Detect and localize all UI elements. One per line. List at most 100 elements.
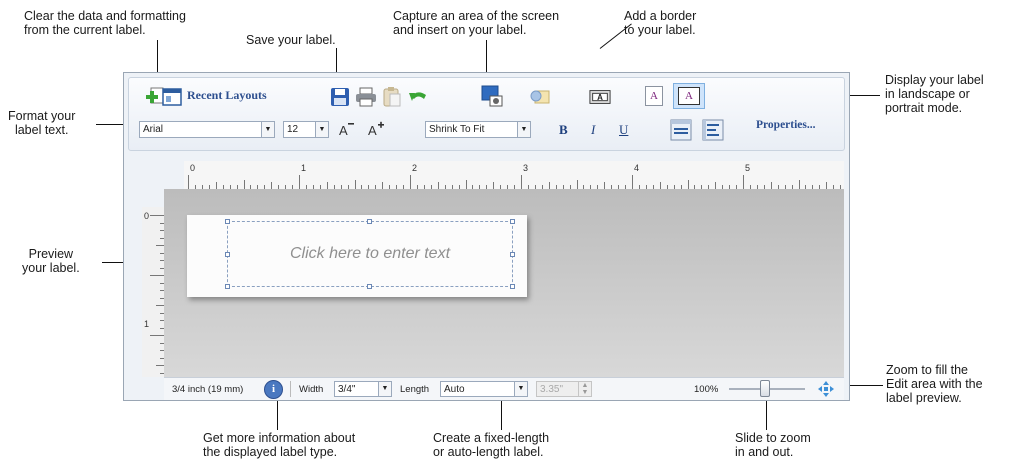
callout-format: Format your label text. bbox=[8, 109, 76, 137]
label-text-placeholder[interactable]: Click here to enter text bbox=[227, 245, 513, 263]
vertical-ruler: 01 bbox=[142, 207, 165, 377]
ruler-label: 5 bbox=[745, 163, 751, 173]
label-type-text: 3/4 inch (19 mm) bbox=[172, 384, 244, 395]
paste-icon[interactable] bbox=[381, 86, 403, 108]
underline-button[interactable]: U bbox=[619, 122, 628, 138]
decrease-font-icon[interactable]: A bbox=[335, 118, 357, 140]
ruler-label: 2 bbox=[412, 163, 418, 173]
length-value: Auto bbox=[444, 384, 465, 395]
resize-handle[interactable] bbox=[510, 219, 515, 224]
svg-text:A: A bbox=[368, 123, 377, 137]
length-label: Length bbox=[400, 384, 430, 395]
fit-mode-select[interactable]: Shrink To Fit ▼ bbox=[425, 121, 531, 138]
ruler-tick bbox=[604, 182, 606, 189]
fit-mode-value: Shrink To Fit bbox=[429, 124, 485, 135]
ruler-tick bbox=[687, 180, 689, 189]
zoom-to-fit-icon[interactable] bbox=[818, 381, 834, 400]
ruler-label: 0 bbox=[190, 163, 196, 173]
border-icon[interactable]: A bbox=[589, 86, 611, 108]
align-horizontal-icon[interactable] bbox=[701, 118, 725, 142]
toolbar-ribbon: Recent Layouts A A A Arial ▼ 12 ▼ A A Sh… bbox=[128, 77, 845, 151]
ruler-tick bbox=[354, 180, 356, 189]
ruler-tick bbox=[150, 275, 164, 276]
callout-save: Save your label. bbox=[246, 33, 336, 47]
print-icon[interactable] bbox=[355, 86, 377, 108]
ruler-tick bbox=[743, 175, 744, 189]
ruler-label: 1 bbox=[144, 319, 150, 329]
chevron-down-icon: ▼ bbox=[514, 382, 527, 396]
ruler-tick bbox=[156, 365, 164, 366]
ruler-tick bbox=[632, 175, 633, 189]
ruler-tick bbox=[326, 182, 328, 189]
ruler-tick bbox=[798, 180, 800, 189]
fixed-length-stepper[interactable]: 3.35" ▲ ▼ bbox=[536, 381, 592, 397]
chevron-down-icon: ▼ bbox=[261, 122, 274, 137]
increase-font-icon[interactable]: A bbox=[365, 118, 387, 140]
ruler-tick bbox=[410, 175, 411, 189]
ruler-tick bbox=[243, 180, 245, 189]
ruler-label: 1 bbox=[301, 163, 307, 173]
chevron-down-icon: ▼ bbox=[517, 122, 530, 137]
stepper-arrows-icon: ▲ ▼ bbox=[578, 382, 591, 396]
ruler-tick bbox=[271, 182, 273, 189]
align-vertical-icon[interactable] bbox=[669, 118, 693, 142]
recent-layouts-button[interactable]: Recent Layouts bbox=[187, 88, 267, 103]
callout-more-info: Get more information about the displayed… bbox=[203, 431, 356, 459]
resize-handle[interactable] bbox=[225, 219, 230, 224]
resize-handle[interactable] bbox=[367, 219, 372, 224]
width-select[interactable]: 3/4" ▼ bbox=[334, 381, 392, 397]
chevron-down-icon: ▼ bbox=[315, 122, 328, 137]
status-divider bbox=[290, 381, 291, 397]
border-glyph: A bbox=[597, 92, 603, 102]
orientation-portrait-button[interactable]: A bbox=[645, 86, 663, 106]
ruler-tick bbox=[576, 180, 578, 189]
ruler-tick bbox=[770, 182, 772, 189]
font-name-select[interactable]: Arial ▼ bbox=[139, 121, 275, 138]
svg-text:A: A bbox=[339, 123, 348, 137]
ruler-tick bbox=[826, 182, 828, 189]
ruler-tick bbox=[659, 182, 661, 189]
zoom-slider-thumb[interactable] bbox=[760, 380, 770, 397]
ruler-tick bbox=[465, 180, 467, 189]
ruler-tick bbox=[548, 182, 550, 189]
properties-button[interactable]: Properties... bbox=[756, 119, 816, 131]
callout-fixed-length: Create a fixed-length or auto-length lab… bbox=[433, 431, 550, 459]
resize-handle[interactable] bbox=[367, 284, 372, 289]
undo-icon[interactable] bbox=[407, 86, 429, 108]
orientation-landscape-button[interactable]: A bbox=[673, 83, 705, 109]
capture-screen-icon[interactable] bbox=[481, 85, 503, 107]
font-name-value: Arial bbox=[143, 124, 164, 135]
bold-button[interactable]: B bbox=[559, 122, 568, 138]
recent-layouts-icon[interactable] bbox=[161, 86, 183, 108]
ruler-tick bbox=[150, 335, 164, 336]
callout-border: Add a border to your label. bbox=[624, 9, 697, 37]
width-value: 3/4" bbox=[338, 384, 356, 395]
save-icon[interactable] bbox=[329, 86, 351, 108]
callout-zoom-fill: Zoom to fill the Edit area with the labe… bbox=[886, 363, 983, 405]
callout-preview: Preview your label. bbox=[22, 247, 80, 275]
font-size-select[interactable]: 12 ▼ bbox=[283, 121, 329, 138]
ruler-tick bbox=[437, 182, 439, 189]
italic-button[interactable]: I bbox=[591, 122, 595, 138]
callout-clear: Clear the data and formatting from the c… bbox=[24, 9, 186, 37]
ruler-tick bbox=[493, 182, 495, 189]
ruler-tick bbox=[150, 215, 164, 216]
horizontal-ruler: 0 1 2 3 4 5 bbox=[184, 161, 844, 190]
orientation-landscape-glyph: A bbox=[678, 87, 700, 105]
insert-image-icon[interactable] bbox=[529, 86, 551, 108]
resize-handle[interactable] bbox=[225, 284, 230, 289]
status-bar: 3/4 inch (19 mm) i Width 3/4" ▼ Length A… bbox=[164, 377, 844, 400]
resize-handle[interactable] bbox=[510, 284, 515, 289]
width-label: Width bbox=[299, 384, 324, 395]
info-icon[interactable]: i bbox=[264, 380, 283, 399]
callout-display: Display your label in landscape or portr… bbox=[885, 73, 984, 115]
font-size-value: 12 bbox=[287, 124, 299, 135]
ruler-tick bbox=[299, 175, 300, 189]
ruler-label: 4 bbox=[634, 163, 640, 173]
callout-capture: Capture an area of the screen and insert… bbox=[393, 9, 560, 37]
ruler-tick bbox=[382, 182, 384, 189]
label-editor-window: Recent Layouts A A A Arial ▼ 12 ▼ A A Sh… bbox=[123, 72, 850, 401]
fixed-length-value: 3.35" bbox=[540, 384, 564, 395]
length-select[interactable]: Auto ▼ bbox=[440, 381, 528, 397]
chevron-down-icon: ▼ bbox=[378, 382, 391, 396]
